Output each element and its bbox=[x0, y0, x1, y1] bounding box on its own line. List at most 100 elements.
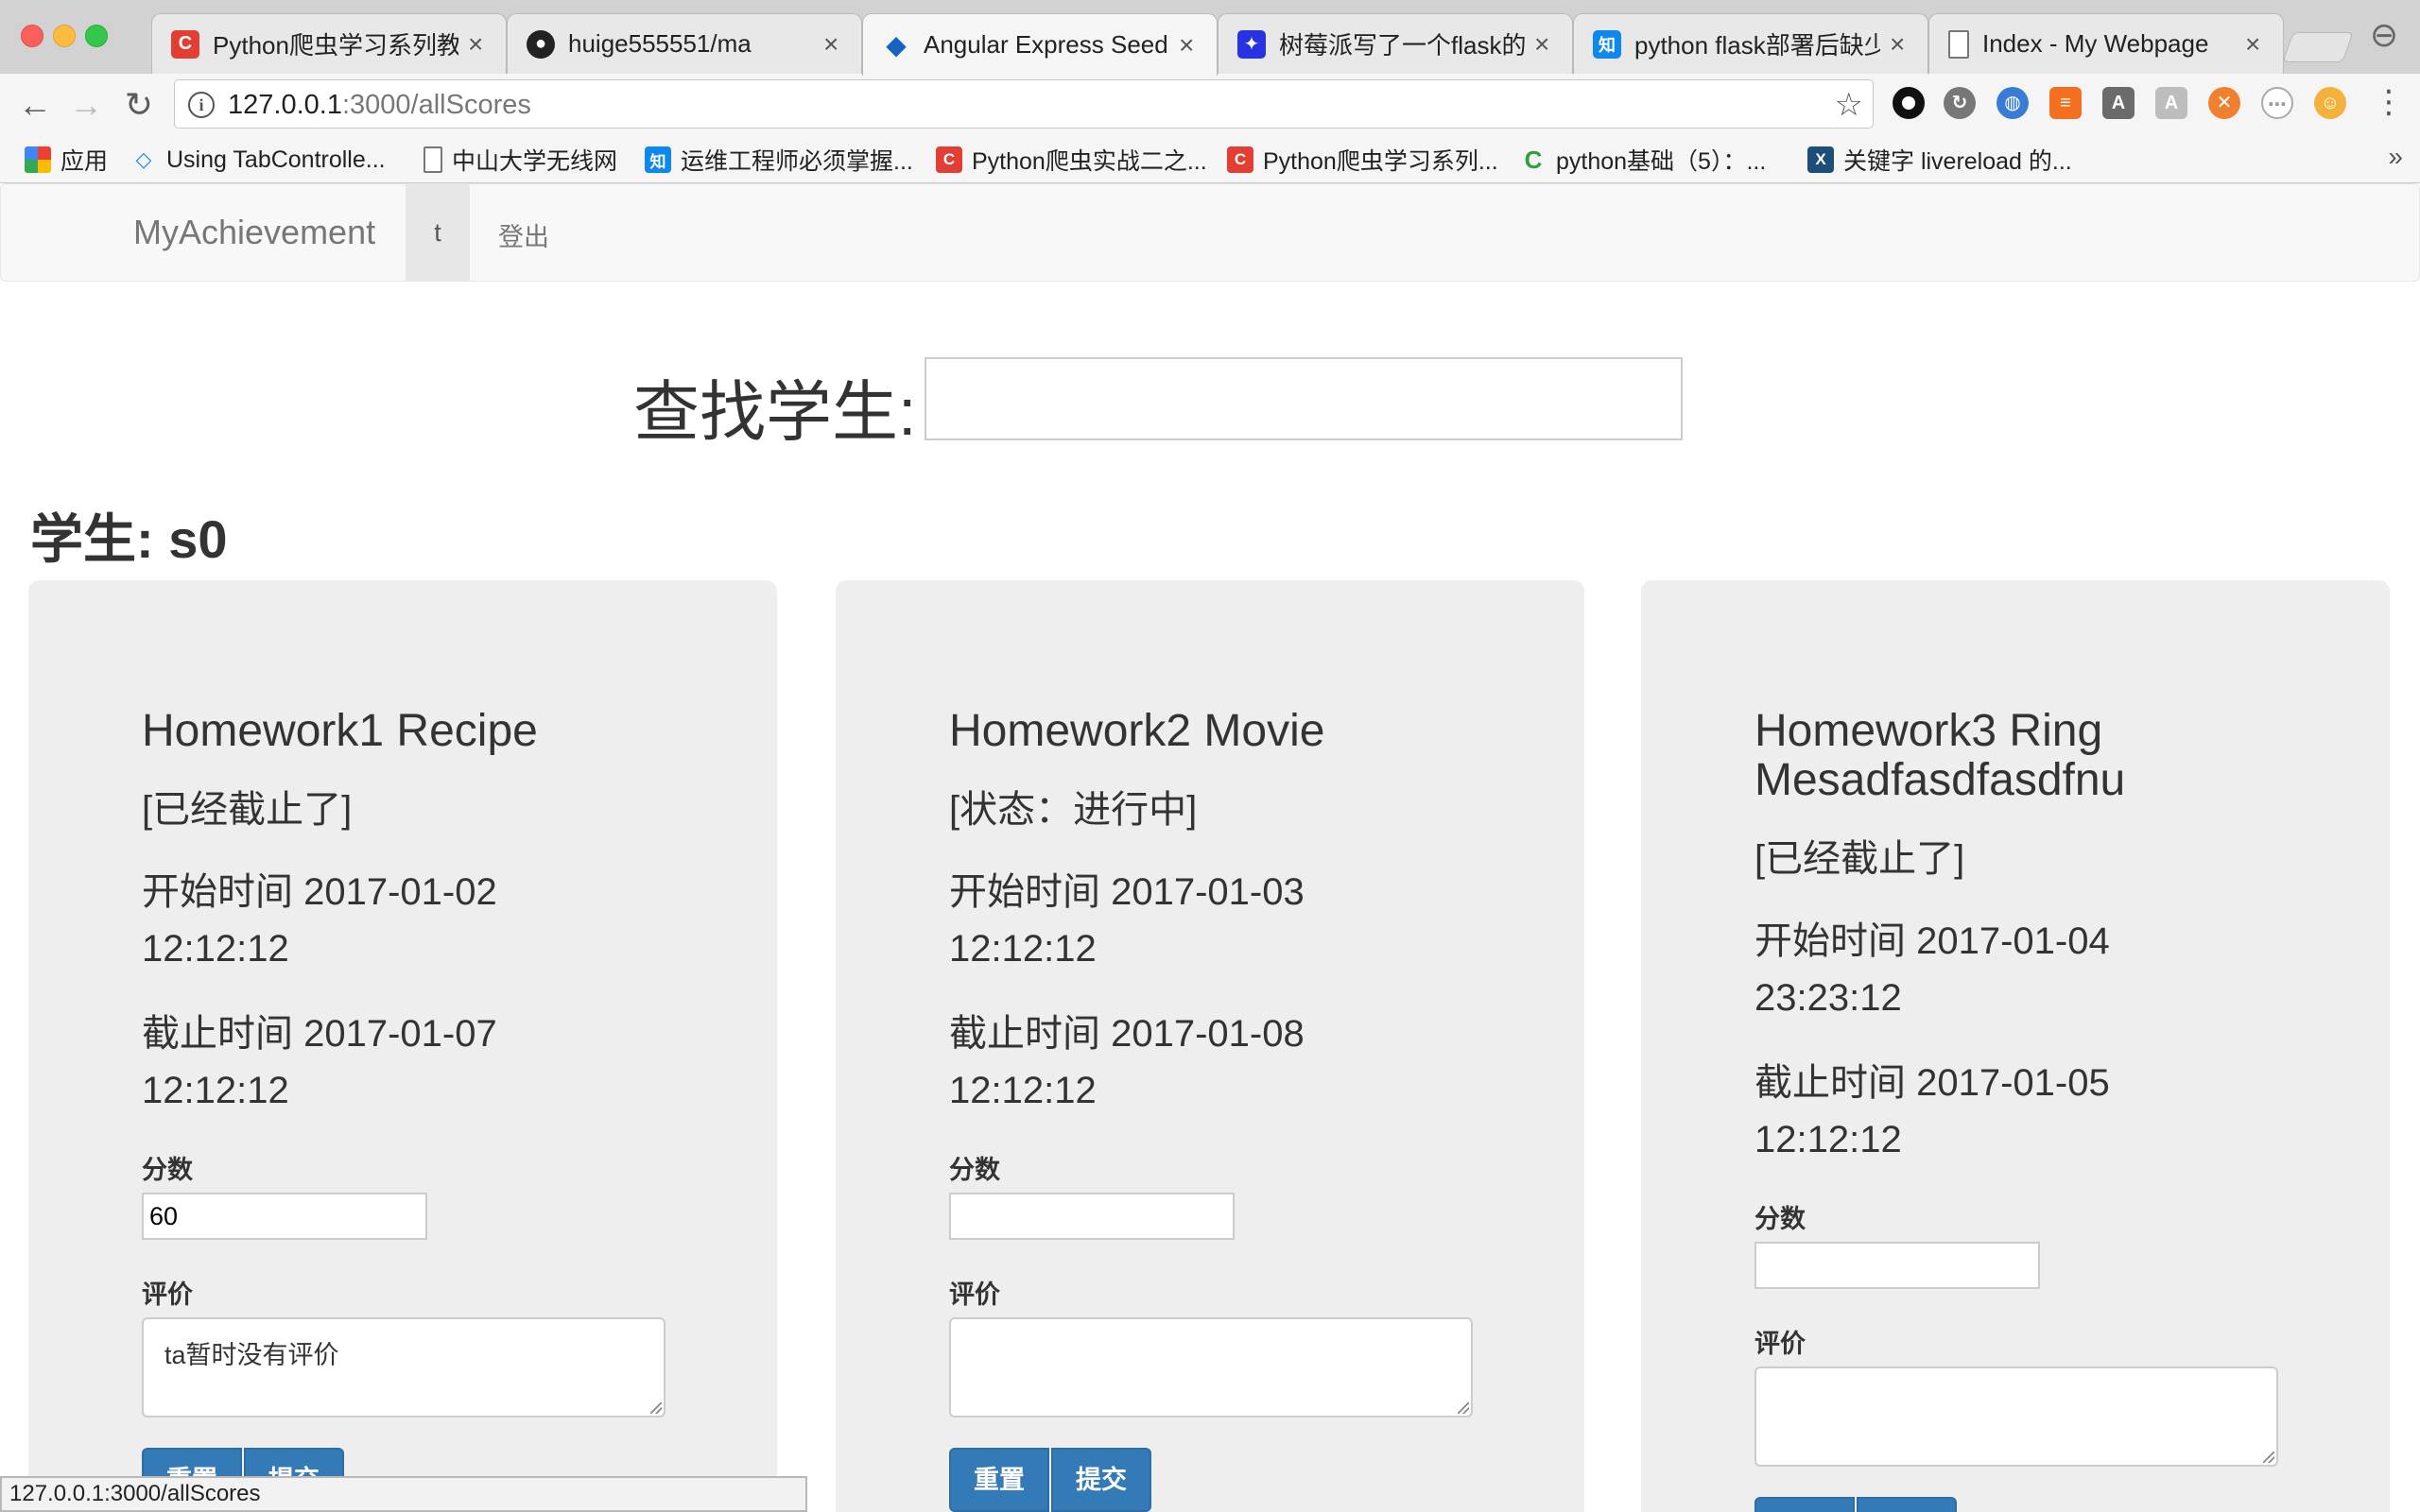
bookmark-label: Using TabControlle... bbox=[166, 146, 386, 173]
student-search-input[interactable] bbox=[925, 357, 1683, 440]
bookmark-item[interactable]: 应用 bbox=[25, 142, 108, 178]
score-input[interactable] bbox=[1754, 1242, 2040, 1289]
extension-lifebuoy-icon[interactable]: ✕ bbox=[2208, 87, 2240, 119]
back-arrow-icon[interactable]: ← bbox=[13, 83, 57, 127]
tab-close-icon[interactable]: × bbox=[468, 30, 489, 58]
bookmarks-overflow-icon[interactable]: » bbox=[2388, 142, 2403, 172]
homework-status: [已经截止了] bbox=[142, 789, 353, 831]
tab-close-icon[interactable]: × bbox=[2245, 30, 2266, 58]
score-input[interactable]: 60 bbox=[142, 1193, 427, 1240]
student-heading: 学生: s0 bbox=[30, 509, 228, 569]
extension-bracket-icon[interactable]: ⋯ bbox=[2261, 87, 2293, 119]
logout-link[interactable]: 登出 bbox=[498, 216, 549, 253]
bookmark-item[interactable]: C Python爬虫实战二之... bbox=[936, 142, 1207, 178]
comment-textarea[interactable] bbox=[1754, 1366, 2278, 1467]
score-label: 分数 bbox=[142, 1156, 193, 1184]
tab-title: huige555551/ma bbox=[568, 29, 752, 58]
page-icon bbox=[424, 146, 442, 173]
comment-textarea[interactable]: ta暂时没有评价 bbox=[142, 1317, 666, 1418]
forward-arrow-icon[interactable]: → bbox=[64, 83, 108, 127]
end-date: 2017-01-05 bbox=[1916, 1062, 2110, 1104]
comment-label: 评价 bbox=[949, 1280, 1000, 1309]
score-input[interactable] bbox=[949, 1193, 1235, 1240]
comment-textarea[interactable] bbox=[949, 1317, 1473, 1418]
start-date: 2017-01-04 bbox=[1916, 920, 2110, 962]
browser-tab[interactable]: ✦ 树莓派写了一个flask的程 × bbox=[1218, 13, 1573, 74]
info-icon[interactable]: i bbox=[188, 92, 215, 118]
csdn-icon: C bbox=[1227, 146, 1253, 173]
window-close-button[interactable] bbox=[21, 25, 43, 47]
reload-icon[interactable]: ↻ bbox=[117, 83, 161, 127]
address-bar[interactable]: i 127.0.0.1:3000/allScores ☆ bbox=[174, 79, 1874, 129]
end-time-label: 截止时间 bbox=[949, 1013, 1100, 1055]
zhihu-icon: 知 bbox=[1593, 29, 1621, 59]
start-date: 2017-01-02 bbox=[303, 871, 497, 913]
score-label: 分数 bbox=[949, 1156, 1000, 1184]
bookmark-item[interactable]: X 关键字 livereload 的... bbox=[1807, 142, 2072, 178]
end-time-label: 截止时间 bbox=[1754, 1062, 1906, 1104]
apps-icon bbox=[25, 146, 51, 173]
profile-icon[interactable]: ⊖ bbox=[2363, 15, 2405, 57]
extension-globe-icon[interactable]: ◍ bbox=[1996, 87, 2029, 119]
extension-angular-gray-icon[interactable]: A bbox=[2155, 87, 2187, 119]
resize-grip-icon[interactable] bbox=[1458, 1402, 1469, 1414]
extension-angular-icon[interactable]: A bbox=[2102, 87, 2135, 119]
tab-title: Angular Express Seed A bbox=[924, 30, 1169, 59]
end-date: 2017-01-07 bbox=[303, 1013, 497, 1055]
homework-card: Homework3 Ring Mesadfasdfasdfnu [已经截止了] … bbox=[1641, 580, 2390, 1512]
brand-link[interactable]: MyAchievement bbox=[133, 213, 375, 252]
bookmark-label: 中山大学无线网 bbox=[452, 148, 618, 175]
bookmark-item[interactable]: 中山大学无线网 bbox=[424, 142, 617, 178]
browser-tab-active[interactable]: ◆ Angular Express Seed A × bbox=[862, 13, 1218, 76]
submit-button[interactable]: 提交 bbox=[1051, 1448, 1151, 1512]
window-maximize-button[interactable] bbox=[85, 25, 108, 47]
tab-close-icon[interactable]: × bbox=[1179, 31, 1200, 59]
extension-sync-icon[interactable]: ↻ bbox=[1944, 87, 1976, 119]
end-clock: 12:12:12 bbox=[142, 1070, 289, 1111]
comment-text: ta暂时没有评价 bbox=[164, 1341, 339, 1369]
bookmark-label: python基础（5）：... bbox=[1556, 148, 1767, 175]
browser-tab-strip: C Python爬虫学习系列教程 × ● huige555551/ma × ◆ … bbox=[0, 0, 2420, 76]
reset-button[interactable]: 重置 bbox=[949, 1448, 1049, 1512]
tab-title: 树莓派写了一个flask的程 bbox=[1279, 31, 1525, 60]
end-time: 截止时间 2017-01-07 12:12:12 bbox=[142, 1005, 497, 1119]
window-minimize-button[interactable] bbox=[53, 25, 76, 47]
resize-grip-icon[interactable] bbox=[2263, 1452, 2274, 1463]
tab-close-icon[interactable]: × bbox=[823, 30, 844, 58]
start-clock: 12:12:12 bbox=[142, 928, 289, 970]
comment-label: 评价 bbox=[142, 1280, 193, 1309]
x-icon: X bbox=[1807, 146, 1834, 173]
start-time: 开始时间 2017-01-03 12:12:12 bbox=[949, 864, 1305, 977]
bookmark-star-icon[interactable]: ☆ bbox=[1835, 86, 1863, 124]
end-time-label: 截止时间 bbox=[142, 1013, 293, 1055]
bookmark-item[interactable]: ◇ Using TabControlle... bbox=[130, 142, 386, 178]
code-icon: ◇ bbox=[135, 147, 152, 171]
extension-avatar-icon[interactable]: ☺ bbox=[2314, 87, 2346, 119]
resize-grip-icon[interactable] bbox=[650, 1402, 662, 1414]
tab-close-icon[interactable]: × bbox=[1534, 30, 1555, 58]
bookmark-item[interactable]: C Python爬虫学习系列... bbox=[1227, 142, 1498, 178]
zhihu-icon: 知 bbox=[645, 146, 671, 173]
extension-circle-icon[interactable] bbox=[1893, 87, 1925, 119]
extension-orange-icon[interactable]: ≡ bbox=[2049, 87, 2082, 119]
bookmark-item[interactable]: C python基础（5）：... bbox=[1520, 142, 1767, 178]
c-icon: C bbox=[1524, 145, 1543, 174]
app-navbar: MyAchievement t 登出 bbox=[0, 183, 2420, 282]
search-label: 查找学生: bbox=[633, 375, 917, 449]
url-path: :3000/allScores bbox=[341, 90, 531, 120]
menu-dots-icon[interactable]: ⋮ bbox=[2373, 83, 2405, 121]
baidu-icon: ✦ bbox=[1237, 29, 1266, 59]
browser-tab[interactable]: ● huige555551/ma × bbox=[507, 13, 862, 74]
score-label: 分数 bbox=[1754, 1205, 1806, 1233]
submit-button[interactable]: 提交 bbox=[1857, 1497, 1957, 1512]
nav-user-item[interactable]: t bbox=[406, 184, 470, 281]
bookmark-item[interactable]: 知 运维工程师必须掌握... bbox=[645, 142, 913, 178]
tab-title: Index - My Webpage bbox=[1982, 29, 2209, 58]
new-tab-button[interactable] bbox=[2282, 32, 2354, 62]
tab-close-icon[interactable]: × bbox=[1890, 30, 1910, 58]
browser-tab[interactable]: Index - My Webpage × bbox=[1928, 13, 2284, 74]
reset-button[interactable]: 重置 bbox=[1754, 1497, 1855, 1512]
browser-tab[interactable]: C Python爬虫学习系列教程 × bbox=[151, 13, 507, 74]
browser-tab[interactable]: 知 python flask部署后缺少 × bbox=[1573, 13, 1928, 74]
start-time-label: 开始时间 bbox=[1754, 920, 1906, 962]
